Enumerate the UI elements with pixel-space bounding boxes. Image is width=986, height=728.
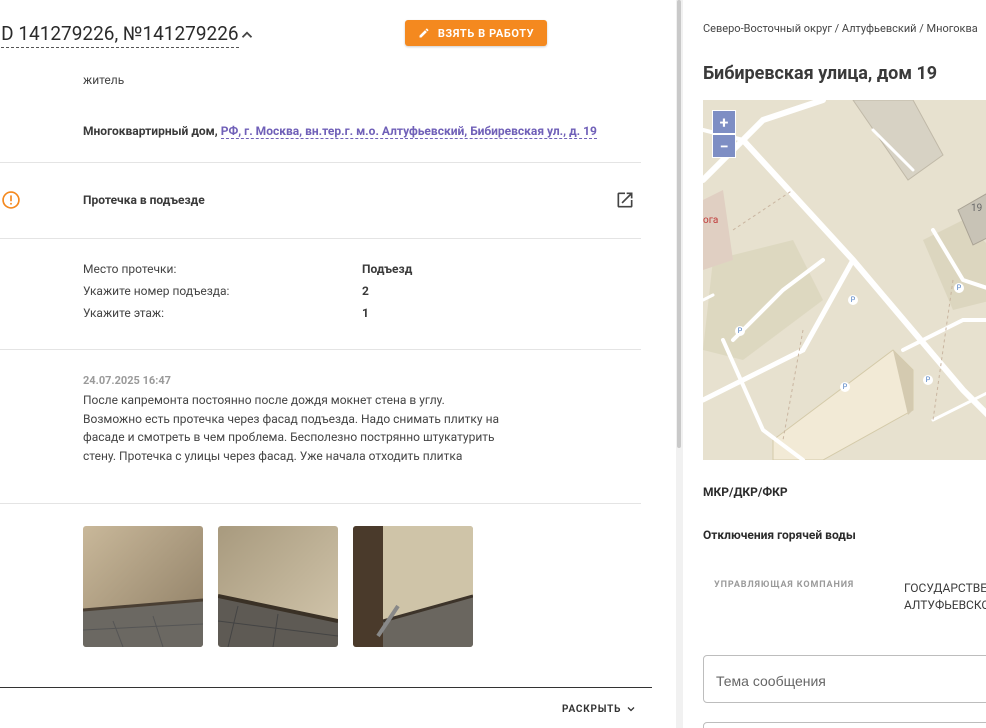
zoom-out-button[interactable]: −	[712, 134, 736, 158]
divider	[0, 687, 652, 688]
message-subject-input[interactable]	[714, 672, 986, 690]
object-address-link[interactable]: РФ, г. Москва, вн.тер.г. м.о. Алтуфьевск…	[220, 124, 597, 139]
management-company-label: УПРАВЛЯЮЩАЯ КОМПАНИЯ	[714, 580, 855, 590]
address-panel: Северо-Восточный округ / Алтуфьевский / …	[683, 0, 986, 728]
divider	[0, 349, 641, 350]
address-title: Бибиревская улица, дом 19	[703, 63, 938, 84]
section-hot-water[interactable]: Отключения горячей воды	[703, 528, 856, 542]
zoom-in-button[interactable]: +	[712, 110, 736, 134]
expand-button[interactable]: РАСКРЫТЬ	[562, 703, 637, 715]
ticket-panel: ID 141279226, №141279226 ВЗЯТЬ В РАБОТУ …	[0, 0, 676, 728]
chevron-down-icon	[627, 707, 635, 712]
pencil-icon	[419, 28, 429, 38]
management-company-value: ГОСУДАРСТВЕ АЛТУФЬЕВСКО	[904, 580, 986, 614]
field-value: 2	[362, 284, 369, 298]
parking-icon: P	[735, 326, 745, 336]
zoom-controls: + −	[712, 110, 736, 158]
field-value: Подъезд	[362, 262, 413, 276]
scrollbar-thumb[interactable]	[677, 0, 681, 448]
map[interactable]: + − 19 ога P P P P P	[703, 100, 986, 460]
take-to-work-button[interactable]: ВЗЯТЬ В РАБОТУ	[405, 20, 547, 46]
map-canvas	[703, 100, 986, 460]
management-company-line: АЛТУФЬЕВСКО	[904, 598, 986, 612]
warning-icon	[2, 191, 20, 209]
object-row: Многоквартирный дом, РФ, г. Москва, вн.т…	[83, 124, 597, 139]
comment-text: После капремонта постоянно после дождя м…	[83, 393, 500, 463]
field-label: Укажите номер подъезда:	[83, 284, 230, 298]
expand-label: РАСКРЫТЬ	[562, 703, 622, 715]
section-mkr[interactable]: МКР/ДКР/ФКР	[703, 485, 788, 499]
parking-icon: P	[954, 283, 964, 293]
ticket-id[interactable]: ID 141279226, №141279226	[0, 22, 239, 48]
field-label: Место протечки:	[83, 262, 177, 276]
take-to-work-label: ВЗЯТЬ В РАБОТУ	[437, 26, 535, 40]
parking-icon: P	[923, 375, 933, 385]
problem-title: Протечка в подъезде	[83, 193, 205, 207]
photo-thumbnail[interactable]	[83, 526, 203, 647]
open-external-icon[interactable]	[615, 190, 635, 210]
field-value: 1	[362, 306, 369, 320]
management-company-line: ГОСУДАРСТВЕ	[904, 581, 986, 595]
divider	[0, 503, 641, 504]
photo-thumbnail[interactable]	[218, 526, 338, 647]
applicant-role: житель	[83, 73, 125, 87]
parking-icon: P	[840, 382, 850, 392]
breadcrumb[interactable]: Северо-Восточный округ / Алтуфьевский / …	[703, 22, 978, 35]
field-label: Укажите этаж:	[83, 306, 165, 320]
message-body-field[interactable]	[703, 722, 986, 728]
poi-label: ога	[703, 215, 719, 226]
chevron-up-icon[interactable]	[238, 26, 256, 44]
object-type: Многоквартирный дом,	[83, 124, 218, 138]
divider	[0, 162, 641, 163]
house-number-label: 19	[971, 203, 983, 214]
comment-date: 24.07.2025 16:47	[83, 374, 171, 387]
parking-icon: P	[848, 295, 858, 305]
message-subject-field[interactable]	[703, 655, 986, 703]
divider	[0, 238, 641, 239]
photo-thumbnail[interactable]	[353, 526, 473, 647]
